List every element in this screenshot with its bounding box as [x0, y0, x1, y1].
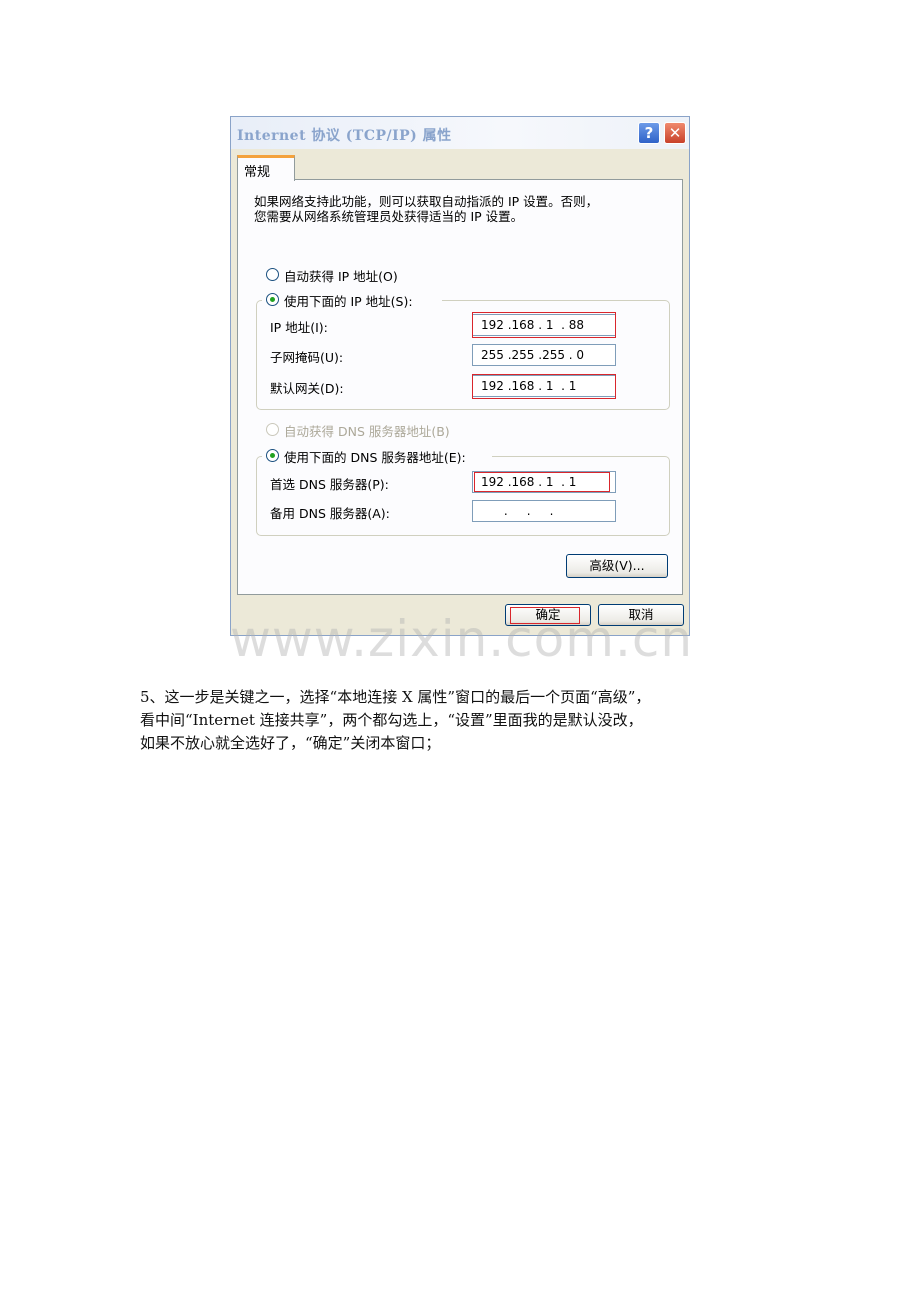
default-gateway-field[interactable]: 192 .168 . 1 . 1 [472, 375, 616, 397]
auto-ip-label[interactable]: 自动获得 IP 地址(O) [284, 266, 398, 285]
paragraph-line-3: 如果不放心就全选好了，“确定”关闭本窗口； [140, 734, 441, 752]
auto-ip-radio[interactable] [266, 268, 279, 281]
manual-dns-group [256, 456, 670, 536]
auto-dns-radio [266, 423, 279, 436]
ok-button[interactable]: 确定 [505, 604, 591, 626]
manual-dns-radio[interactable] [266, 449, 279, 462]
subnet-mask-label: 子网掩码(U): [270, 350, 344, 365]
auto-dns-label: 自动获得 DNS 服务器地址(B) [284, 424, 450, 439]
help-icon[interactable]: ? [638, 122, 660, 144]
manual-ip-label[interactable]: 使用下面的 IP 地址(S): [284, 291, 413, 310]
tcpip-properties-dialog: Internet 协议 (TCP/IP) 属性 ? ✕ 常规 如果网络支持此功能… [230, 116, 690, 636]
general-tab-panel: 如果网络支持此功能，则可以获取自动指派的 IP 设置。否则， 您需要从网络系统管… [237, 179, 683, 595]
subnet-mask-field[interactable]: 255 .255 .255 . 0 [472, 344, 616, 366]
cancel-button[interactable]: 取消 [598, 604, 684, 626]
description-line-1: 如果网络支持此功能，则可以获取自动指派的 IP 设置。否则， [254, 194, 599, 209]
alternate-dns-label: 备用 DNS 服务器(A): [270, 506, 390, 521]
ip-address-label: IP 地址(I): [270, 320, 328, 335]
instruction-paragraph: 5、这一步是关键之一，选择“本地连接 X 属性”窗口的最后一个页面“高级”， 看… [140, 686, 800, 755]
manual-dns-label[interactable]: 使用下面的 DNS 服务器地址(E): [284, 447, 466, 466]
close-icon[interactable]: ✕ [664, 122, 686, 144]
tab-general[interactable]: 常规 [237, 155, 295, 181]
dialog-title: Internet 协议 (TCP/IP) 属性 [237, 128, 452, 144]
paragraph-line-2: 看中间“Internet 连接共享”，两个都勾选上，“设置”里面我的是默认没改， [140, 711, 643, 729]
advanced-button[interactable]: 高级(V)... [566, 554, 668, 578]
title-bar[interactable]: Internet 协议 (TCP/IP) 属性 ? ✕ [231, 117, 689, 149]
manual-ip-radio[interactable] [266, 293, 279, 306]
alternate-dns-field[interactable]: . . . [472, 500, 616, 522]
preferred-dns-field[interactable]: 192 .168 . 1 . 1 [472, 471, 616, 493]
description-line-2: 您需要从网络系统管理员处获得适当的 IP 设置。 [254, 209, 524, 224]
ip-address-field[interactable]: 192 .168 . 1 . 88 [472, 314, 616, 336]
default-gateway-label: 默认网关(D): [270, 381, 344, 396]
paragraph-line-1: 5、这一步是关键之一，选择“本地连接 X 属性”窗口的最后一个页面“高级”， [140, 688, 651, 706]
preferred-dns-label: 首选 DNS 服务器(P): [270, 477, 389, 492]
